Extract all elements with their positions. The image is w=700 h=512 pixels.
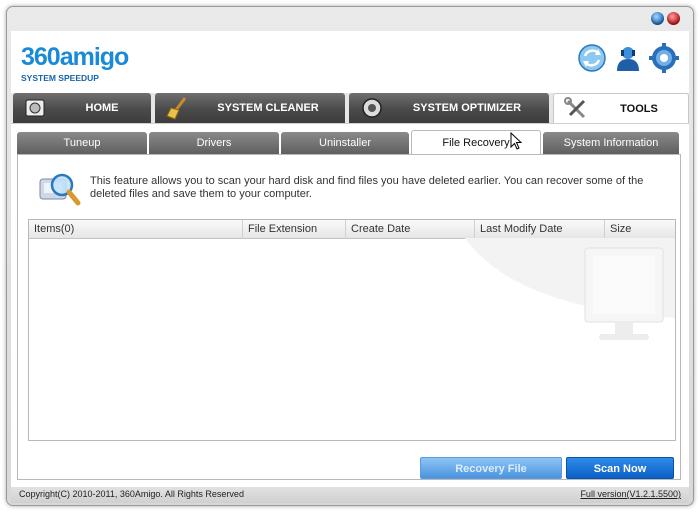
recovered-files-list[interactable]: Items(0) File Extension Create Date Last… xyxy=(28,219,676,441)
content-area: Tuneup Drivers Uninstaller File Recovery… xyxy=(11,123,689,487)
subtab-tuneup[interactable]: Tuneup xyxy=(17,132,147,154)
magnifier-icon xyxy=(39,173,81,206)
feature-description: This feature allows you to scan your har… xyxy=(90,175,644,200)
monitor-watermark-icon xyxy=(465,238,675,340)
subtab-system-information[interactable]: System Information xyxy=(543,132,679,154)
column-last-modify-date[interactable]: Last Modify Date xyxy=(475,220,605,239)
close-icon[interactable] xyxy=(667,12,680,25)
subtab-drivers[interactable]: Drivers xyxy=(149,132,279,154)
tab-system-cleaner[interactable]: SYSTEM CLEANER xyxy=(155,93,345,123)
column-items[interactable]: Items(0) xyxy=(29,220,243,239)
minimize-icon[interactable] xyxy=(651,12,664,25)
file-recovery-panel: This feature allows you to scan your har… xyxy=(17,154,681,480)
recovery-file-button[interactable]: Recovery File xyxy=(420,457,562,479)
column-size[interactable]: Size xyxy=(605,220,675,239)
refresh-icon[interactable] xyxy=(577,43,607,73)
status-bar: Copyright(C) 2010-2011, 360Amigo. All Ri… xyxy=(11,487,689,503)
logo-wordmark: 360amigo xyxy=(21,43,129,71)
support-agent-icon[interactable] xyxy=(613,43,643,73)
copyright-text: Copyright(C) 2010-2011, 360Amigo. All Ri… xyxy=(19,489,244,499)
list-header: Items(0) File Extension Create Date Last… xyxy=(29,220,675,239)
tab-tools[interactable]: TOOLS xyxy=(553,93,689,123)
tab-home-label: HOME xyxy=(85,102,119,114)
mouse-cursor-icon xyxy=(510,132,522,150)
app-logo: 360amigo SYSTEM SPEEDUP xyxy=(19,41,139,87)
main-navigation: HOME SYSTEM CLEANER SYSTEM OPTIMIZER TOO… xyxy=(11,93,689,123)
app-window: 360amigo SYSTEM SPEEDUP HOME SYSTEM CLEA… xyxy=(6,6,694,506)
tab-system-optimizer[interactable]: SYSTEM OPTIMIZER xyxy=(349,93,549,123)
tab-home[interactable]: HOME xyxy=(13,93,151,123)
scan-now-button[interactable]: Scan Now xyxy=(566,457,674,479)
settings-gear-icon[interactable] xyxy=(649,43,679,73)
version-link[interactable]: Full version(V1.2.1.5500) xyxy=(580,489,681,499)
column-create-date[interactable]: Create Date xyxy=(346,220,475,239)
tab-tools-label: TOOLS xyxy=(620,102,658,115)
header: 360amigo SYSTEM SPEEDUP xyxy=(11,31,689,93)
tab-system-cleaner-label: SYSTEM CLEANER xyxy=(217,102,319,114)
logo-tagline: SYSTEM SPEEDUP xyxy=(21,73,99,83)
column-file-extension[interactable]: File Extension xyxy=(243,220,346,239)
subtab-uninstaller[interactable]: Uninstaller xyxy=(281,132,409,154)
tab-system-optimizer-label: SYSTEM OPTIMIZER xyxy=(412,102,522,114)
